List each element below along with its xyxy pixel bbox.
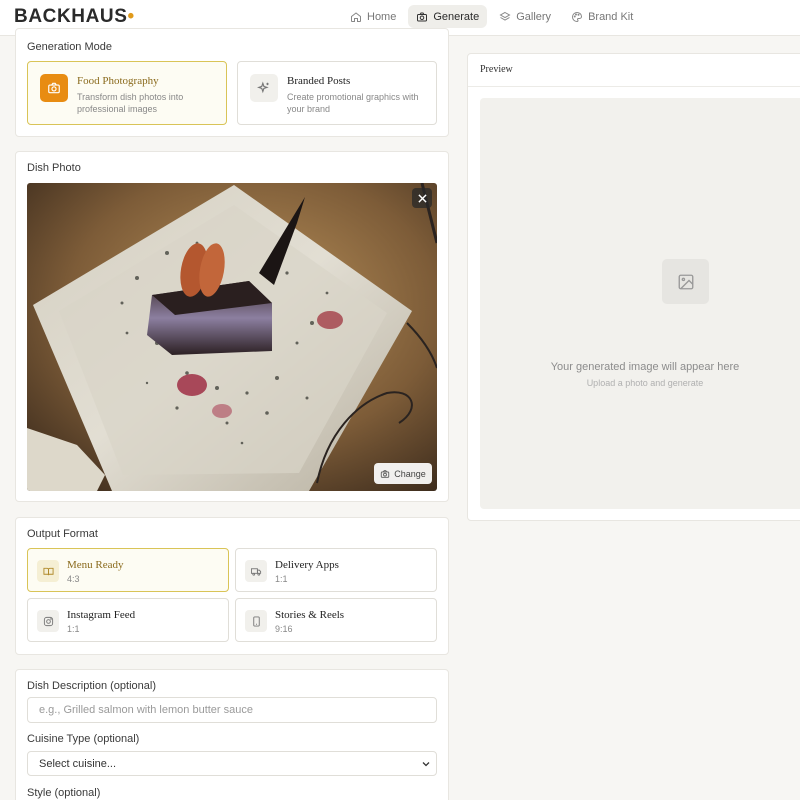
truck-icon — [250, 567, 261, 576]
chevron-down-icon — [422, 762, 430, 767]
preview-panel: Preview Your generated image will appear… — [467, 53, 800, 521]
dish-photo-label: Dish Photo — [27, 162, 81, 174]
nav-gallery-label: Gallery — [516, 10, 552, 23]
mode-food-photography[interactable]: Food Photography Transform dish photos i… — [27, 61, 227, 125]
format-stories-ratio: 9:16 — [275, 624, 293, 634]
logo[interactable]: BACKHAUS• — [14, 6, 135, 28]
change-photo-label: Change — [394, 468, 426, 479]
camera-icon — [381, 469, 390, 478]
format-delivery-title: Delivery Apps — [275, 559, 339, 571]
format-stories-icon-box — [245, 610, 267, 632]
dish-description-input[interactable] — [27, 697, 437, 723]
nav-brand-kit-label: Brand Kit — [588, 10, 634, 23]
format-delivery-icon-box — [245, 560, 267, 582]
format-stories-reels[interactable]: Stories & Reels 9:16 — [235, 598, 437, 642]
home-icon — [351, 11, 361, 22]
cuisine-select-value: Select cuisine... — [39, 758, 117, 770]
format-menu-icon-box — [37, 560, 59, 582]
image-icon — [678, 274, 693, 289]
palette-icon — [572, 11, 583, 22]
remove-photo-button[interactable] — [412, 188, 432, 208]
preview-placeholder-area: Your generated image will appear here Up… — [480, 98, 800, 509]
book-icon — [42, 567, 54, 575]
cuisine-select[interactable]: Select cuisine... — [27, 751, 437, 776]
nav-generate[interactable]: Generate — [408, 5, 488, 28]
mode-branded-icon-box — [250, 74, 278, 102]
logo-dot: • — [127, 6, 135, 27]
preview-empty-hint: Upload a photo and generate — [586, 378, 704, 388]
preview-title: Preview — [480, 64, 513, 75]
format-delivery-ratio: 1:1 — [275, 574, 288, 584]
format-instagram-feed[interactable]: Instagram Feed 1:1 — [27, 598, 229, 642]
instagram-icon — [43, 616, 53, 626]
preview-empty-message: Your generated image will appear here — [550, 361, 740, 373]
main-nav: Home Generate Gallery Brand Kit — [342, 5, 641, 28]
preview-header: Preview — [468, 54, 800, 87]
nav-home-label: Home — [367, 10, 397, 23]
mode-food-title: Food Photography — [77, 75, 159, 87]
logo-text: BACKHAUS — [14, 6, 128, 27]
preview-image-placeholder — [662, 259, 709, 304]
mode-food-icon-box — [40, 74, 68, 102]
phone-icon — [252, 615, 260, 627]
sparkles-icon — [257, 81, 269, 94]
mode-food-description: Transform dish photos into professional … — [77, 92, 184, 114]
format-stories-title: Stories & Reels — [275, 609, 345, 621]
format-instagram-ratio: 1:1 — [67, 624, 80, 634]
format-menu-ratio: 4:3 — [67, 574, 80, 584]
nav-brand-kit[interactable]: Brand Kit — [563, 5, 641, 28]
nav-generate-label: Generate — [433, 10, 480, 23]
format-menu-ready[interactable]: Menu Ready 4:3 — [27, 548, 229, 592]
nav-gallery[interactable]: Gallery — [491, 5, 559, 28]
nav-home[interactable]: Home — [342, 5, 404, 28]
mode-branded-description: Create promotional graphics with your br… — [287, 92, 419, 114]
cuisine-type-label: Cuisine Type (optional) — [27, 733, 140, 745]
format-instagram-title: Instagram Feed — [67, 609, 136, 621]
camera-icon — [48, 82, 60, 94]
format-menu-title: Menu Ready — [67, 559, 124, 571]
layers-icon — [499, 11, 511, 21]
close-icon — [417, 193, 427, 203]
dish-description-label: Dish Description (optional) — [27, 680, 156, 692]
style-label: Style (optional) — [27, 787, 101, 799]
dish-photo-image — [27, 183, 437, 491]
output-format-label: Output Format — [27, 528, 98, 540]
mode-branded-posts[interactable]: Branded Posts Create promotional graphic… — [237, 61, 437, 125]
mode-branded-title: Branded Posts — [287, 75, 351, 87]
change-photo-button[interactable]: Change — [374, 463, 432, 484]
generation-mode-label: Generation Mode — [27, 41, 112, 53]
format-delivery-apps[interactable]: Delivery Apps 1:1 — [235, 548, 437, 592]
camera-icon — [417, 12, 428, 21]
format-instagram-icon-box — [37, 610, 59, 632]
